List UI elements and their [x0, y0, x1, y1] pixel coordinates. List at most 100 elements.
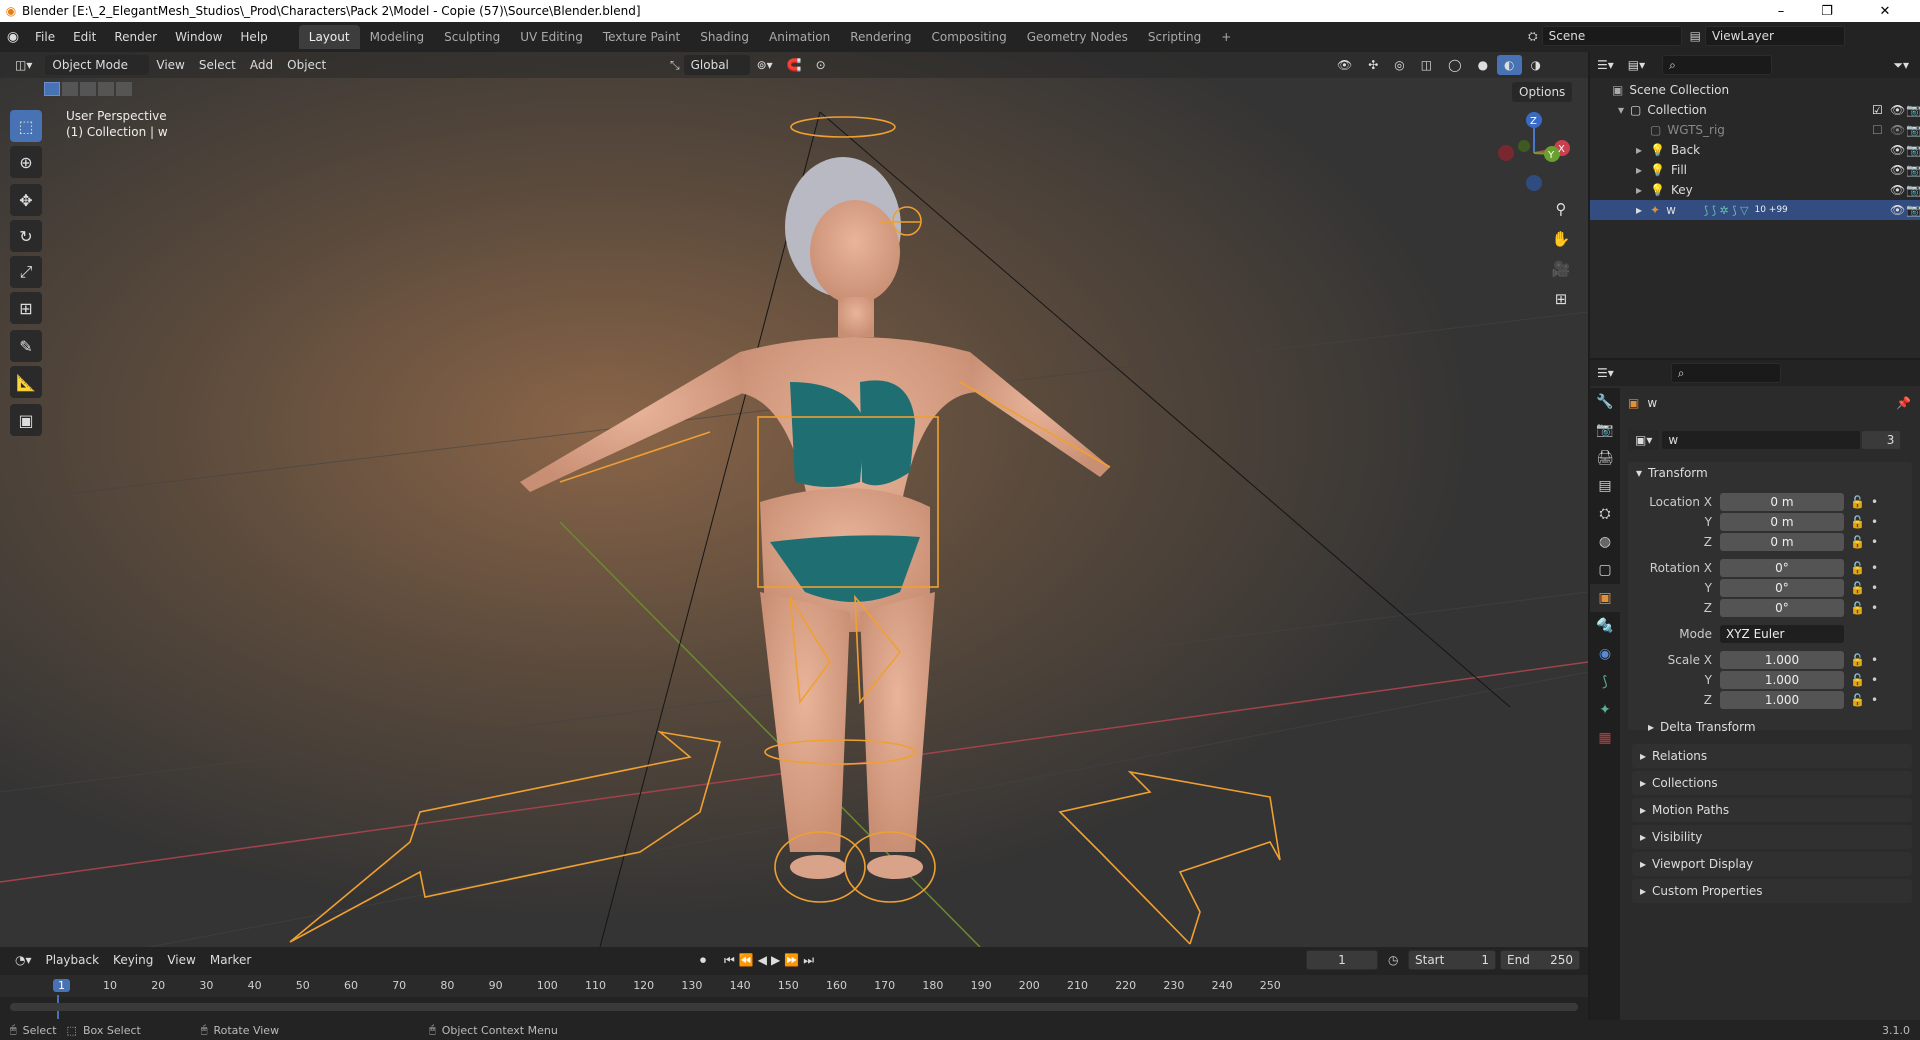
outliner-row-collection[interactable]: ▾ ▢ Collection ☑ 👁 📷 [1590, 100, 1920, 120]
move-tool-icon[interactable]: ✥ [10, 184, 42, 216]
maximize-button[interactable]: ❐ [1804, 0, 1850, 22]
transform-tool-icon[interactable]: ⊞ [10, 292, 42, 324]
play-reverse-icon[interactable]: ◀ [758, 953, 767, 967]
outliner-row-w[interactable]: ▸ ✦ w ⟆ ⟆ ✲ ⟆ ▽ 10 +99 👁 📷 [1590, 200, 1920, 220]
overlay-toggle-icon[interactable]: ◎ [1387, 55, 1411, 75]
eye-icon[interactable]: 👁 [1890, 143, 1905, 157]
user-count-field[interactable]: 3 [1861, 430, 1902, 450]
location-z-field[interactable]: 0 m [1720, 533, 1844, 551]
rotation-y-field[interactable]: 0° [1720, 579, 1844, 597]
camera-icon[interactable]: 📷 [1906, 203, 1920, 217]
jump-keyframe-forward-icon[interactable]: ⏩ [784, 953, 799, 967]
outliner-search-input[interactable]: ⌕ [1662, 55, 1773, 75]
rotation-z-field[interactable]: 0° [1720, 599, 1844, 617]
start-frame-field[interactable]: Start 1 [1408, 950, 1496, 970]
solid-shading-icon[interactable]: ● [1471, 55, 1495, 75]
rotation-mode-select[interactable]: XYZ Euler [1720, 625, 1844, 643]
material-shading-icon[interactable]: ◐ [1497, 55, 1522, 75]
lock-icon[interactable]: 🔓 [1850, 535, 1865, 549]
scale-x-field[interactable]: 1.000 [1720, 651, 1844, 669]
jump-end-icon[interactable]: ⏭ [803, 953, 814, 968]
motion-paths-panel[interactable]: ▸ Motion Paths [1632, 798, 1912, 822]
expand-arrow-icon[interactable]: ▾ [1618, 103, 1624, 117]
timeline-menu-marker[interactable]: Marker [203, 950, 258, 970]
eye-icon[interactable]: 👁 [1890, 203, 1905, 217]
camera-icon[interactable]: 📷 [1906, 123, 1920, 137]
keyframe-dot-icon[interactable]: • [1871, 673, 1878, 687]
menu-render[interactable]: Render [105, 26, 166, 48]
tab-compositing[interactable]: Compositing [921, 25, 1016, 49]
jump-keyframe-back-icon[interactable]: ⏪ [739, 953, 754, 967]
custom-properties-panel[interactable]: ▸ Custom Properties [1632, 879, 1912, 903]
viewlayer-selector[interactable]: ViewLayer [1704, 26, 1845, 46]
editor-type-icon[interactable]: ◫▾ [8, 55, 39, 75]
lock-icon[interactable]: 🔓 [1850, 515, 1865, 529]
eye-icon[interactable]: 👁 [1890, 163, 1905, 177]
keyframe-dot-icon[interactable]: • [1871, 495, 1878, 509]
tab-shading[interactable]: Shading [690, 25, 759, 49]
keyframe-dot-icon[interactable]: • [1871, 693, 1878, 707]
location-y-field[interactable]: 0 m [1720, 513, 1844, 531]
eye-icon[interactable]: 👁 [1890, 123, 1905, 137]
ortho-grid-icon[interactable]: ⊞ [1548, 286, 1574, 312]
jump-start-icon[interactable]: ⏮ [724, 953, 735, 968]
tab-uv-editing[interactable]: UV Editing [510, 25, 593, 49]
scale-z-field[interactable]: 1.000 [1720, 691, 1844, 709]
keyframe-dot-icon[interactable]: • [1871, 601, 1878, 615]
timeline-scrollbar[interactable] [10, 1003, 1578, 1011]
3d-viewport[interactable] [0, 52, 1588, 947]
scale-y-field[interactable]: 1.000 [1720, 671, 1844, 689]
tab-scripting[interactable]: Scripting [1138, 25, 1211, 49]
select-box-tool-icon[interactable]: ⬚ [10, 110, 42, 142]
timeline-menu-view[interactable]: View [160, 950, 202, 970]
tab-geometry-nodes[interactable]: Geometry Nodes [1017, 25, 1138, 49]
expand-arrow-icon[interactable]: ▸ [1636, 203, 1642, 217]
tab-rendering[interactable]: Rendering [840, 25, 921, 49]
outliner-row-scene-collection[interactable]: ▣ Scene Collection [1590, 80, 1920, 100]
expand-arrow-icon[interactable]: ▸ [1636, 183, 1642, 197]
properties-search-input[interactable]: ⌕ [1670, 363, 1781, 383]
mode-selector[interactable]: Object Mode [45, 55, 150, 75]
visibility-panel[interactable]: ▸ Visibility [1632, 825, 1912, 849]
current-frame-field[interactable]: 1 [1306, 950, 1378, 970]
wireframe-shading-icon[interactable]: ◯ [1441, 55, 1468, 75]
frame-ruler[interactable]: 1 10 20 30 40 50 60 70 80 90 100 110 120 130 140 150 160… [0, 975, 1588, 1019]
menu-file[interactable]: File [26, 26, 64, 48]
viewport-menu-add[interactable]: Add [243, 55, 280, 75]
outliner-editor-icon[interactable]: ☰▾ [1590, 55, 1621, 75]
collections-panel[interactable]: ▸ Collections [1632, 771, 1912, 795]
expand-arrow-icon[interactable]: ▸ [1636, 143, 1642, 157]
timeline-menu-playback[interactable]: Playback [39, 950, 107, 970]
transform-header[interactable]: ▾ Transform [1636, 466, 1708, 480]
keyframe-dot-icon[interactable]: • [1871, 535, 1878, 549]
lock-icon[interactable]: 🔓 [1850, 561, 1865, 575]
blender-menu-icon[interactable]: ◉ [0, 29, 26, 45]
snap-icon[interactable]: 🧲 [780, 55, 809, 75]
lock-icon[interactable]: 🔓 [1850, 601, 1865, 615]
tab-modeling[interactable]: Modeling [360, 25, 435, 49]
add-cube-tool-icon[interactable]: ▣ [10, 404, 42, 436]
display-mode-icon[interactable]: ▤▾ [1621, 55, 1652, 75]
expand-arrow-icon[interactable]: ▸ [1636, 163, 1642, 177]
select-extend-icon[interactable] [62, 82, 78, 96]
rendered-shading-icon[interactable]: ◑ [1524, 55, 1548, 75]
keyframe-dot-icon[interactable]: • [1871, 561, 1878, 575]
zoom-icon[interactable]: ⚲ [1548, 196, 1574, 222]
datablock-type-icon[interactable]: ▣▾ [1628, 430, 1660, 450]
eye-icon[interactable]: 👁 [1890, 103, 1905, 117]
camera-icon[interactable]: 📷 [1906, 183, 1920, 197]
menu-window[interactable]: Window [166, 26, 231, 48]
options-button[interactable]: Options [1512, 82, 1573, 102]
menu-help[interactable]: Help [231, 26, 276, 48]
lock-icon[interactable]: 🔓 [1850, 653, 1865, 667]
render-tab-icon[interactable]: 📷 [1590, 416, 1620, 444]
filter-icon[interactable]: ⏷▾ [1886, 55, 1916, 75]
lock-icon[interactable]: 🔓 [1850, 673, 1865, 687]
scene-selector[interactable]: Scene [1541, 26, 1682, 46]
outliner-row-key[interactable]: ▸ 💡 Key 👁 📷 [1590, 180, 1920, 200]
lock-icon[interactable]: 🔓 [1850, 693, 1865, 707]
proportional-edit-icon[interactable]: ⊙ [809, 55, 833, 75]
rotate-tool-icon[interactable]: ↻ [10, 220, 42, 252]
keyframe-dot-icon[interactable]: • [1871, 515, 1878, 529]
pivot-icon[interactable]: ⊚▾ [750, 55, 780, 75]
